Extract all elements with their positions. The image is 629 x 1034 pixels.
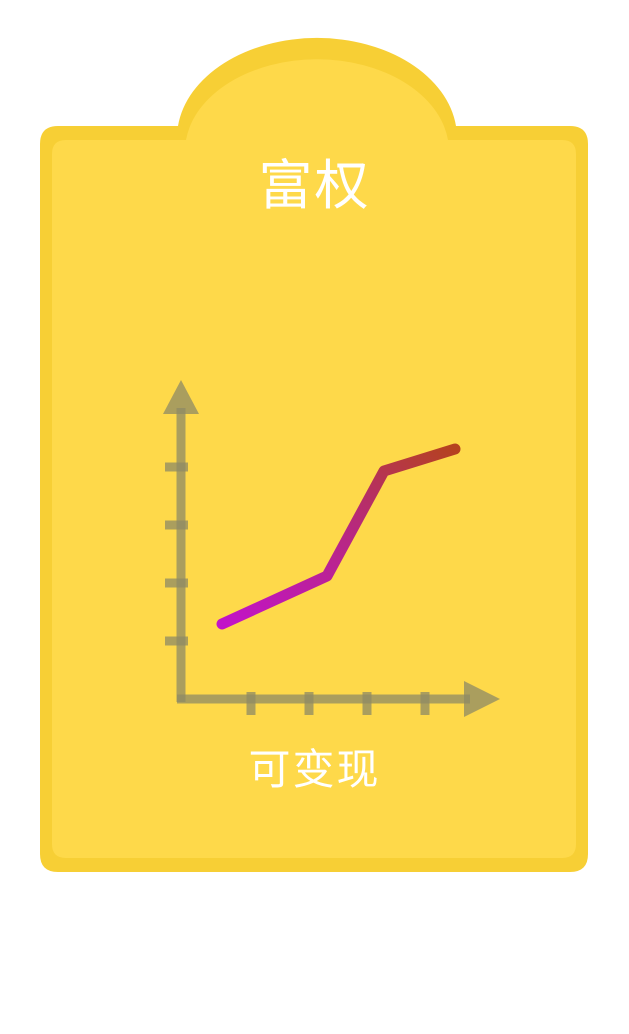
card-caption: 可变现: [248, 745, 381, 794]
rising-line: [216, 443, 461, 630]
x-axis-arrow: [464, 681, 500, 717]
card-stage: 富权 可变现: [0, 0, 629, 1034]
y-axis-arrow: [163, 380, 199, 414]
rising-line-chart-icon: [163, 380, 500, 717]
